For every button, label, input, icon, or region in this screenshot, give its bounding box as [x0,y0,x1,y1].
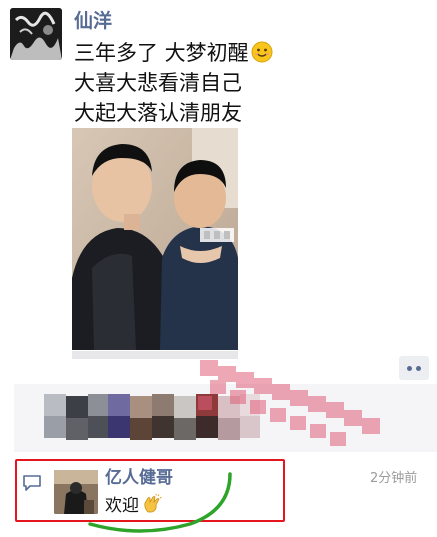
post-text-line-2: 大喜大悲看清自己 [74,71,242,95]
post-text-line-3: 大起大落认清朋友 [74,101,242,125]
post-text-line-1: 三年多了 大梦初醒 [74,41,249,65]
green-underline-scribble [88,472,232,533]
selfie-photo-image [72,128,238,350]
more-dots-icon [416,365,421,371]
comment-time: 2分钟前 [370,471,418,486]
post-text: 三年多了 大梦初醒 大喜大悲看清自己 大起大落认清朋友 [74,38,414,128]
more-options-button[interactable] [399,356,429,380]
post-photo[interactable] [72,128,238,350]
moments-post: 仙洋 三年多了 大梦初醒 大喜大悲看清自己 大起大落认清朋友 亿人健哥 欢迎 2… [0,0,437,537]
post-text-line: 三年多了 大梦初醒 [74,38,414,68]
more-dots-icon [407,365,412,371]
poster-avatar-image [10,8,62,60]
poster-name[interactable]: 仙洋 [74,8,112,34]
poster-avatar[interactable] [10,8,62,60]
smiling-face-emoji-icon [251,41,273,63]
red-scribble-annotation [198,360,380,446]
